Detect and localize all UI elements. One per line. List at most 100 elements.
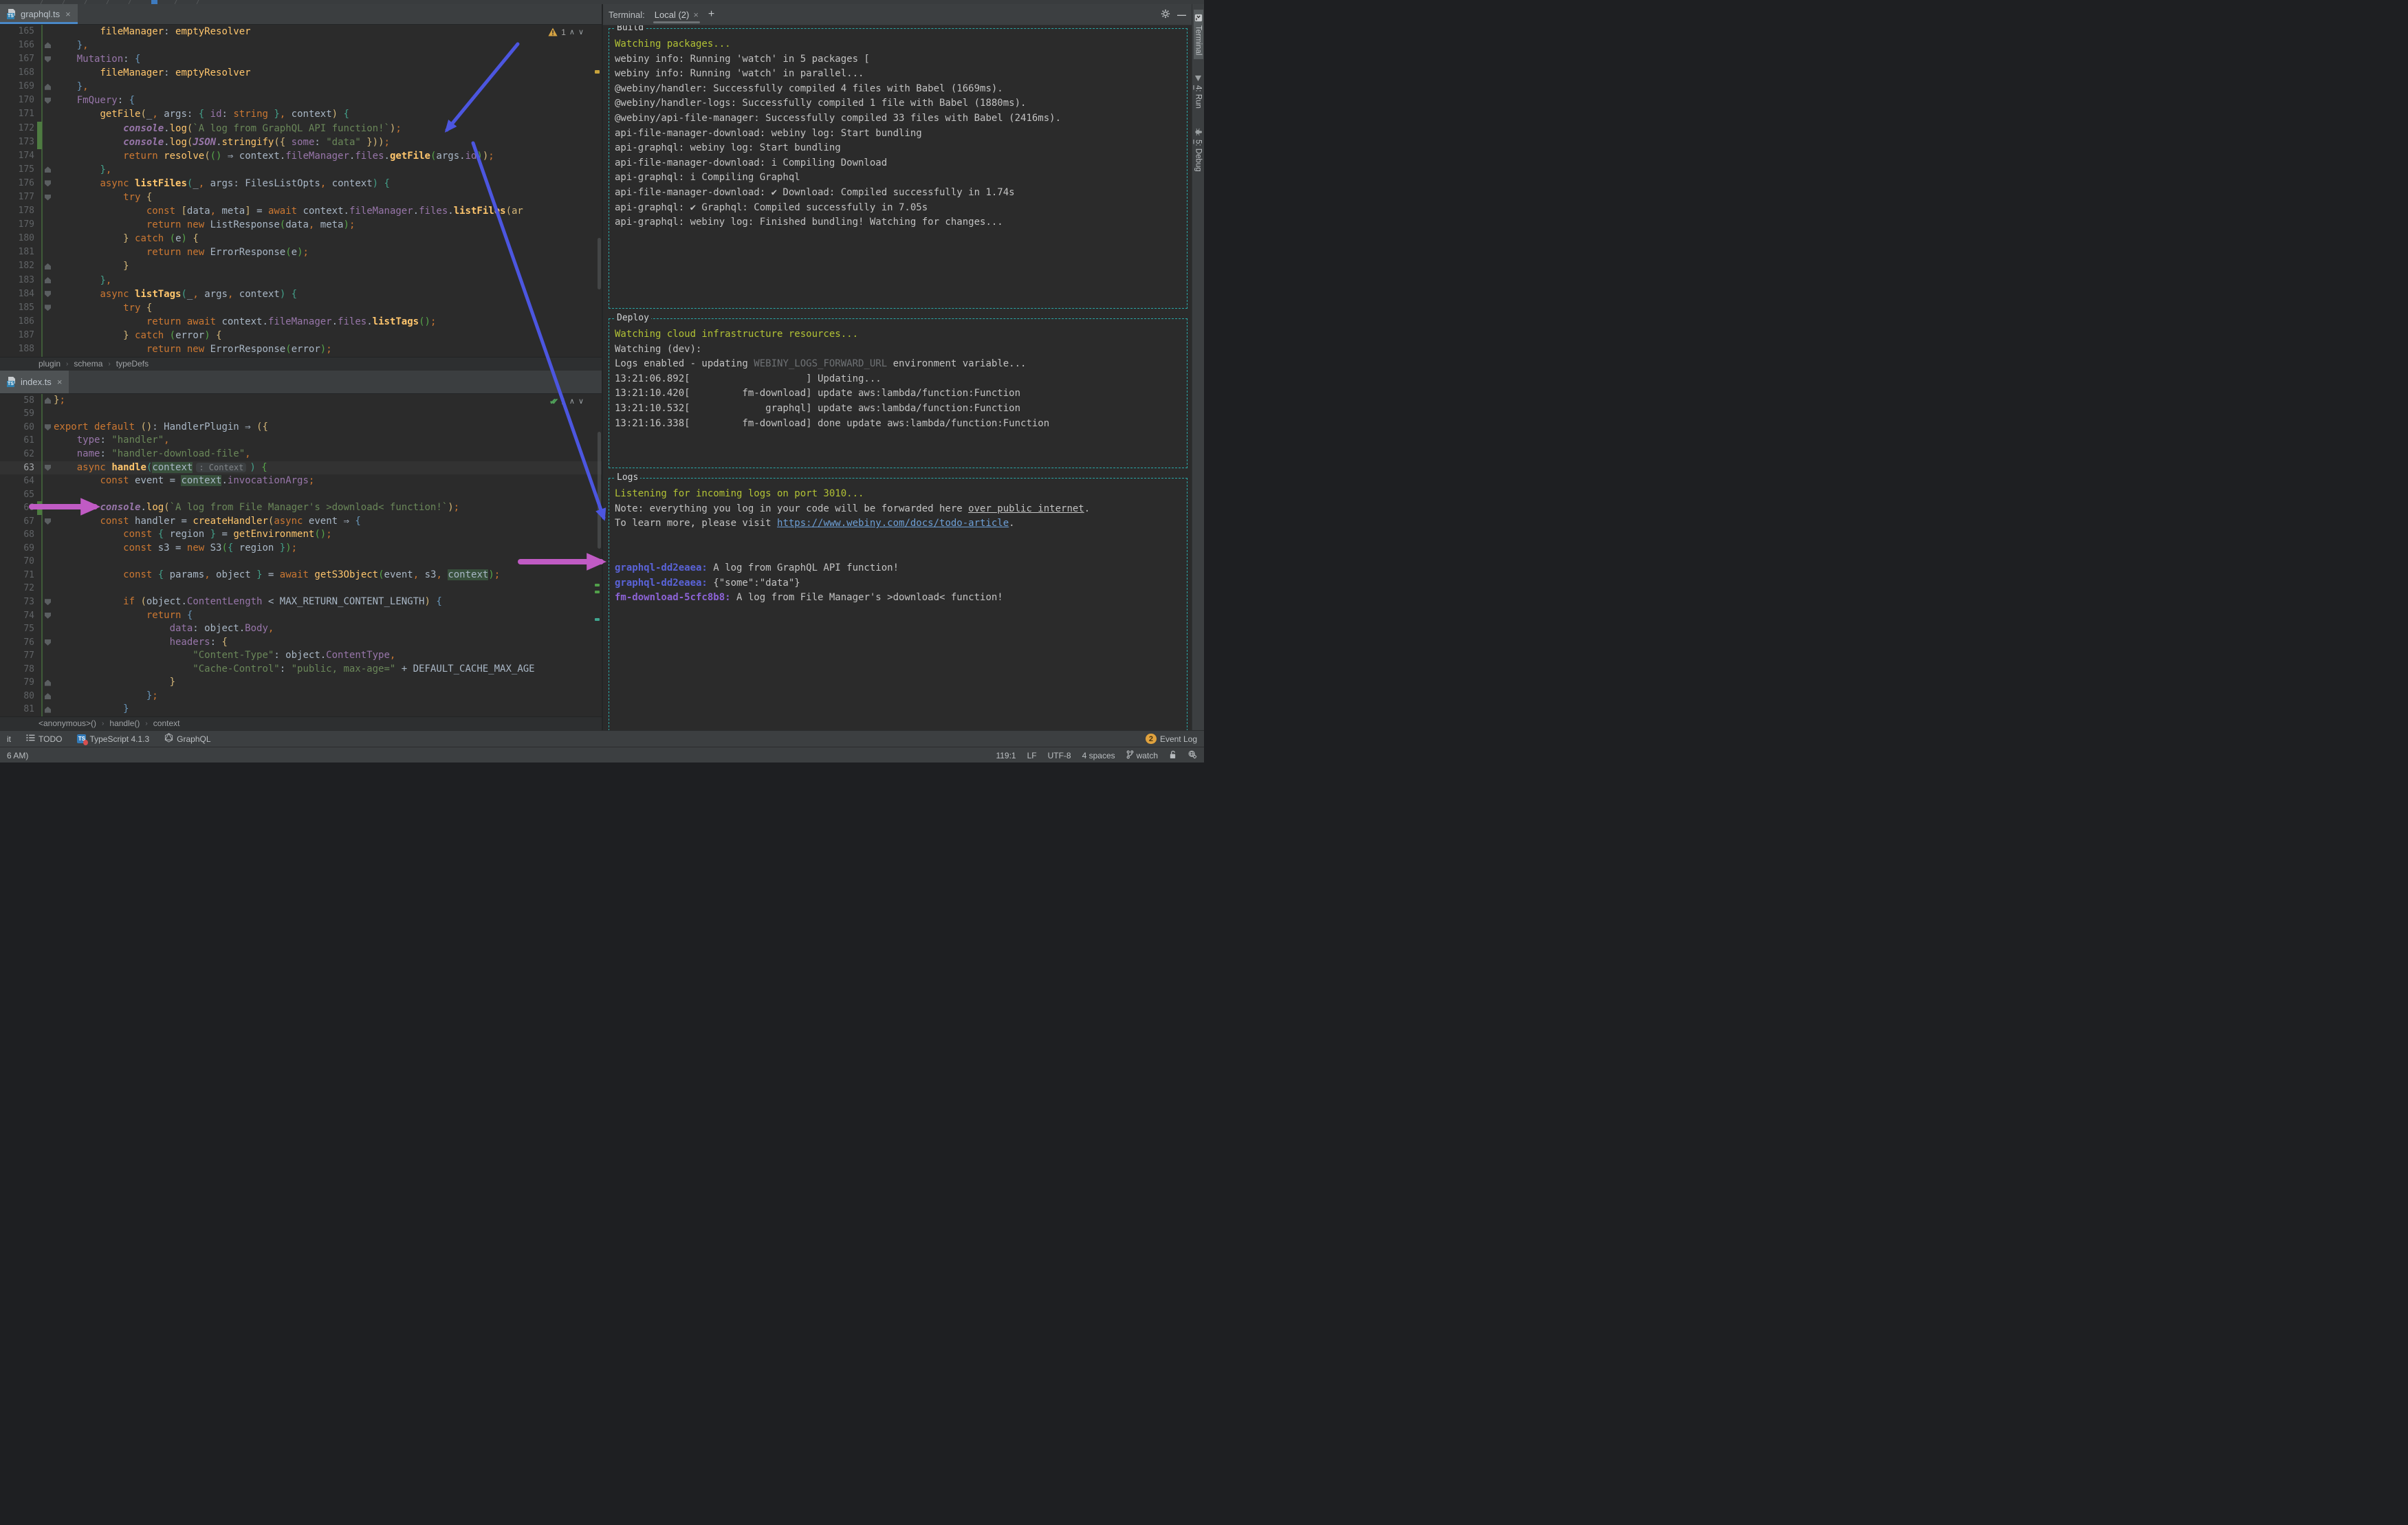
code-line: 66 console.log(`A log from File Manager'… — [0, 501, 602, 515]
code-editor-graphql[interactable]: 1 ∧ ∨ 165 fileManager: emptyResolver 166 … — [0, 24, 602, 357]
status-item-119-1[interactable]: 119:1 — [996, 751, 1016, 760]
close-icon[interactable]: × — [65, 9, 71, 19]
next-issue-icon[interactable]: ∨ — [578, 397, 584, 406]
terminal-tab-local[interactable]: Local (2) × — [652, 4, 701, 25]
fold-marker-icon — [45, 277, 51, 284]
code-line: 61 type: "handler", — [23, 435, 170, 446]
breadcrumb-item[interactable]: handle() — [109, 718, 140, 728]
tool-button-typescript-4-1-3[interactable]: TS TypeScript 4.1.3 — [77, 734, 149, 745]
status-item-lock[interactable] — [1169, 750, 1176, 761]
editor-scrollbar[interactable] — [598, 237, 601, 289]
tool-button-it[interactable]: it — [7, 734, 11, 744]
settings-gear-icon[interactable] — [1161, 9, 1170, 21]
breadcrumb-item[interactable]: context — [153, 718, 180, 728]
code-line: 179 return new ListResponse(data, meta); — [18, 219, 355, 231]
breadcrumb-item[interactable]: <anonymous>() — [39, 718, 96, 728]
code-line: 60 export default (): HandlerPlugin ⇒ ({ — [23, 421, 268, 432]
tool-window-button-terminal[interactable]: Terminal — [1193, 10, 1203, 60]
code-line: 183 }, — [18, 274, 112, 286]
code-line: 170 FmQuery: { — [18, 95, 135, 107]
inspection-widget[interactable]: 1 ∧ ∨ — [548, 28, 584, 37]
code-line: 67 const handler = createHandler(async e… — [23, 515, 361, 527]
terminal-line: Watching packages... — [615, 39, 731, 50]
code-line: 64 const event = context.invocationArgs; — [23, 475, 315, 487]
code-line: 73 if (object.ContentLength < MAX_RETURN… — [23, 595, 442, 607]
code-line: 185 try { — [18, 302, 153, 314]
editor-scrollbar[interactable] — [598, 431, 601, 549]
code-line: 77 "Content-Type": object.ContentType, — [23, 650, 396, 661]
code-line: 69 const s3 = new S3({ region }); — [23, 542, 298, 553]
tab-graphql-ts[interactable]: TS graphql.ts × — [0, 4, 78, 24]
fold-marker-icon — [45, 263, 51, 270]
tool-button-graphql[interactable]: GraphQL — [164, 732, 211, 745]
breadcrumb-item[interactable]: typeDefs — [116, 359, 149, 369]
terminal-line: fm-download-5cfc8b8: A log from File Man… — [615, 592, 1003, 604]
docs-link[interactable]: https://www.webiny.com/docs/todo-article — [777, 518, 1009, 529]
breadcrumb: plugin › schema › typeDefs — [0, 356, 602, 371]
fold-marker-icon — [45, 305, 51, 311]
code-line: 70 — [23, 556, 34, 567]
code-line: 168 fileManager: emptyResolver — [18, 67, 251, 79]
code-line: 182 } — [18, 261, 129, 272]
terminal-line: api-graphql: webiny log: Start bundling — [615, 142, 841, 154]
fold-marker-icon — [45, 693, 51, 700]
event-count-badge: 2 — [1145, 734, 1157, 744]
terminal-line: To learn more, please visit https://www.… — [615, 518, 1015, 529]
branch-icon — [1126, 750, 1134, 761]
gearGlobe-icon — [1187, 750, 1197, 761]
code-line: 166 }, — [18, 39, 89, 51]
breadcrumb: <anonymous>() › handle() › context — [0, 716, 602, 730]
terminal-output[interactable]: Build Watching packages... webiny info: R… — [603, 25, 1192, 730]
terminal-line: api-file-manager-download: i Compiling D… — [615, 157, 888, 168]
close-icon[interactable]: × — [57, 377, 63, 387]
prev-issue-icon[interactable]: ∧ — [569, 28, 575, 36]
code-line: 181 return new ErrorResponse(e); — [18, 247, 309, 259]
ide-window: TS graphql.ts × 1 ∧ ∨ 165 fileManager: e… — [0, 0, 1204, 762]
status-item-4-spaces[interactable]: 4 spaces — [1082, 751, 1115, 760]
editor-tabbar-graphql: TS graphql.ts × — [0, 4, 602, 25]
code-line: 58}; — [23, 394, 65, 406]
event-log-button[interactable]: 2 Event Log — [1145, 734, 1197, 744]
fold-marker-icon — [45, 397, 51, 404]
build-box-title: Build — [615, 25, 646, 33]
editor-column: TS graphql.ts × 1 ∧ ∨ 165 fileManager: e… — [0, 4, 603, 730]
new-session-icon[interactable]: + — [708, 8, 714, 21]
code-editor-index[interactable]: ✔✔ 1 ∧ ∨ 58}; 59 60 export default (): Hand… — [0, 393, 602, 716]
breadcrumb-item[interactable]: plugin — [39, 359, 61, 369]
hide-panel-icon[interactable]: — — [1177, 10, 1186, 20]
terminal-line: Listening for incoming logs on port 3010… — [615, 488, 864, 499]
close-icon[interactable]: × — [693, 10, 699, 20]
fold-marker-icon — [45, 56, 51, 63]
code-line: 178 const [data, meta] = await context.f… — [18, 206, 523, 217]
code-line: 186 return await context.fileManager.fil… — [18, 316, 437, 327]
tool-window-button-run[interactable]: 4: Run — [1194, 70, 1203, 113]
terminal-line: Watching cloud infrastructure resources.… — [615, 329, 859, 340]
code-line: 184 async listTags(_, args, context) { — [18, 288, 298, 300]
inspection-widget[interactable]: ✔✔ 1 ∧ ∨ — [549, 397, 584, 406]
tab-label: graphql.ts — [21, 8, 61, 19]
logs-box-title: Logs — [615, 472, 641, 483]
prev-issue-icon[interactable]: ∧ — [569, 397, 575, 406]
code-line: 187 } catch (error) { — [18, 329, 222, 341]
status-item-lf[interactable]: LF — [1027, 751, 1037, 760]
tool-window-button-debug[interactable]: 5: Debug — [1194, 124, 1203, 176]
tab-index-ts[interactable]: TS index.ts × — [0, 371, 69, 393]
breadcrumb-item[interactable]: schema — [74, 359, 102, 369]
code-line: 169 }, — [18, 81, 89, 93]
inspection-count: 1 — [561, 27, 566, 37]
status-item-utf-8[interactable]: UTF-8 — [1048, 751, 1071, 760]
status-message: 6 AM) — [7, 751, 29, 760]
terminal-line: Watching (dev): — [615, 343, 702, 355]
next-issue-icon[interactable]: ∨ — [578, 28, 584, 36]
error-stripe-warning[interactable] — [595, 69, 600, 74]
code-line: 167 Mutation: { — [18, 54, 141, 65]
code-line: 180 } catch (e) { — [18, 233, 199, 245]
terminal-line: api-file-manager-download: ✔ Download: C… — [615, 186, 1015, 198]
status-item-watch[interactable]: watch — [1126, 750, 1158, 761]
status-item-gearglobe[interactable] — [1187, 750, 1197, 761]
deploy-box-title: Deploy — [615, 313, 651, 323]
code-line: 80 }; — [23, 690, 158, 701]
play-icon — [1194, 74, 1203, 82]
tool-button-todo[interactable]: TODO — [26, 734, 62, 744]
